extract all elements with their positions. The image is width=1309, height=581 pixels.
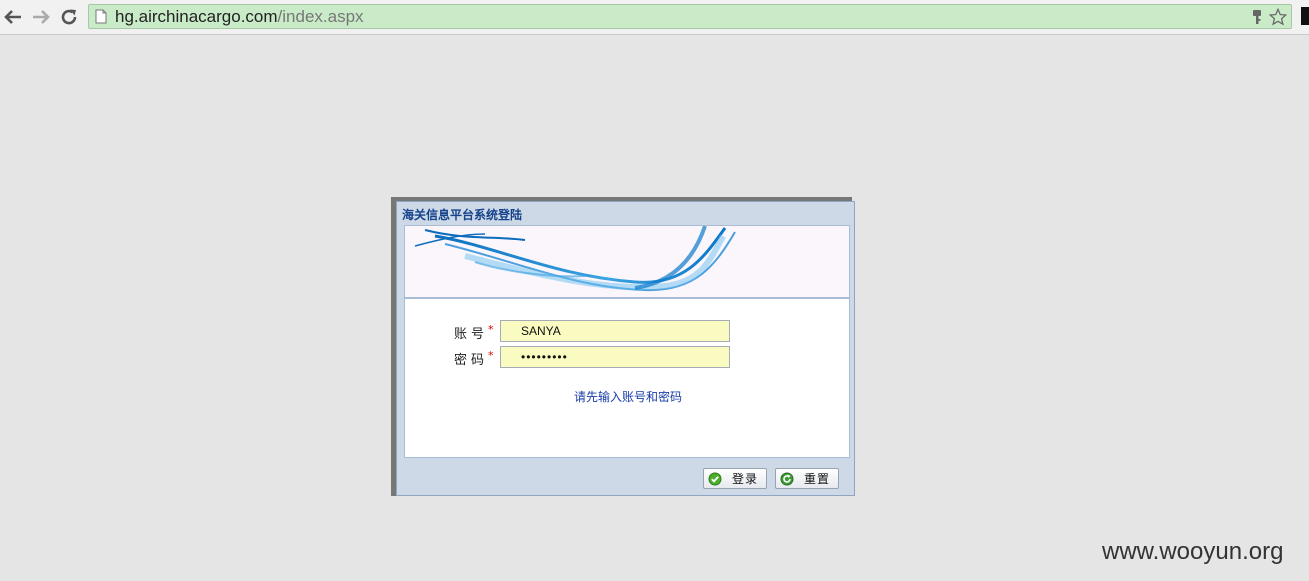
account-label: 账号* [454,323,494,342]
arrow-left-icon [4,10,21,24]
reload-button[interactable] [58,6,80,28]
bookmark-star-icon[interactable] [1269,8,1287,26]
url-path: /index.aspx [277,7,364,26]
refresh-icon [780,472,794,486]
extension-icon[interactable] [1301,7,1309,25]
account-input[interactable] [500,320,730,342]
required-mark: * [488,349,494,362]
reload-icon [61,9,77,25]
reset-button-label: 重置 [804,472,831,486]
page-icon [95,9,107,24]
login-button-label: 登录 [732,472,759,486]
forward-button[interactable] [30,6,52,28]
account-label-text: 账号 [454,327,489,342]
blue-swirl-graphic [414,226,736,292]
dialog-title: 海关信息平台系统登陆 [402,208,523,222]
address-bar[interactable]: hg.airchinacargo.com/index.aspx [88,4,1292,29]
key-icon[interactable] [1251,9,1263,25]
watermark: www.wooyun.org [1102,538,1284,565]
check-circle-icon [708,472,722,486]
login-button[interactable]: 登录 [703,468,767,489]
login-dialog: 海关信息平台系统登陆 账号* 密码* 请先输入账号和密码 [396,201,855,496]
password-label: 密码* [454,349,494,368]
back-button[interactable] [2,6,24,28]
browser-toolbar: hg.airchinacargo.com/index.aspx [0,0,1309,35]
required-mark: * [488,323,494,336]
banner-image [404,225,850,298]
password-input[interactable] [500,346,730,368]
login-form-panel: 账号* 密码* 请先输入账号和密码 [404,298,850,458]
url-host: hg.airchinacargo.com [115,7,278,26]
reset-button[interactable]: 重置 [775,468,839,489]
login-hint: 请先输入账号和密码 [573,390,682,404]
arrow-right-icon [33,10,50,24]
password-label-text: 密码 [454,353,489,368]
url-text: hg.airchinacargo.com/index.aspx [115,7,364,27]
